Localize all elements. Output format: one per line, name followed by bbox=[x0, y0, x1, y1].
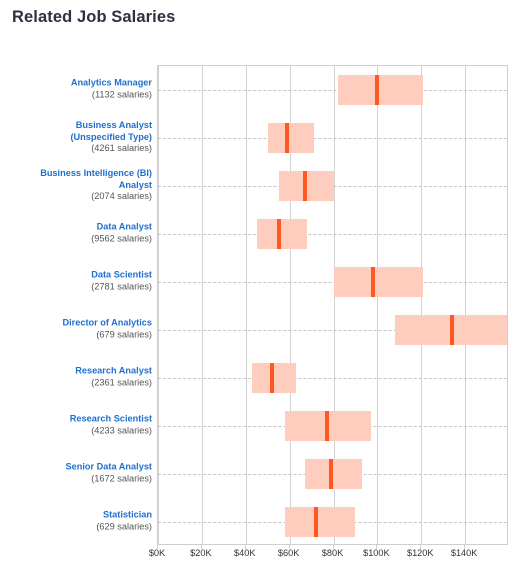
row-gridline bbox=[158, 138, 507, 139]
salary-range-band[interactable] bbox=[252, 363, 297, 393]
salary-count-label: (4233 salaries) bbox=[91, 425, 152, 435]
salary-count-label: (1132 salaries) bbox=[91, 89, 152, 99]
job-title-label: Senior Data Analyst bbox=[65, 461, 152, 472]
row-gridline bbox=[158, 282, 507, 283]
y-axis-label-1[interactable]: Analytics Manager (1132 salaries) bbox=[2, 78, 152, 101]
y-axis-label-8[interactable]: Research Scientist (4233 salaries) bbox=[2, 414, 152, 437]
salary-count-label: (1672 salaries) bbox=[91, 473, 152, 483]
y-axis-label-10[interactable]: Statistician (629 salaries) bbox=[2, 510, 152, 533]
median-salary-marker[interactable] bbox=[324, 411, 329, 441]
salary-count-label: (2361 salaries) bbox=[91, 377, 152, 387]
x-tick-label: $140K bbox=[450, 548, 478, 558]
salary-range-band[interactable] bbox=[337, 75, 424, 105]
median-salary-marker[interactable] bbox=[276, 219, 281, 249]
median-salary-marker[interactable] bbox=[313, 507, 318, 537]
x-tick-label: $60K bbox=[277, 548, 300, 558]
median-salary-marker[interactable] bbox=[375, 75, 380, 105]
median-salary-marker[interactable] bbox=[449, 315, 454, 345]
related-job-salaries-chart-card: Related Job Salaries Analytics Manager (1… bbox=[0, 0, 530, 572]
salary-count-label: (2781 salaries) bbox=[91, 281, 152, 291]
plot-area bbox=[157, 65, 508, 545]
job-title-label: Business Analyst bbox=[75, 119, 152, 130]
job-title-label: Director of Analytics bbox=[62, 317, 152, 328]
salary-range-band[interactable] bbox=[333, 267, 424, 297]
job-title-label-line2: Analyst bbox=[118, 179, 152, 190]
salary-range-band[interactable] bbox=[285, 507, 356, 537]
y-axis-label-7[interactable]: Research Analyst (2361 salaries) bbox=[2, 366, 152, 389]
job-title-label: Research Scientist bbox=[69, 413, 152, 424]
median-salary-marker[interactable] bbox=[329, 459, 334, 489]
y-axis-label-9[interactable]: Senior Data Analyst (1672 salaries) bbox=[2, 462, 152, 485]
salary-count-label: (9562 salaries) bbox=[91, 233, 152, 243]
salary-count-label: (679 salaries) bbox=[96, 329, 152, 339]
x-tick-label: $100K bbox=[363, 548, 390, 558]
x-tick-label: $80K bbox=[321, 548, 344, 558]
median-salary-marker[interactable] bbox=[285, 123, 290, 153]
median-salary-marker[interactable] bbox=[370, 267, 375, 297]
job-title-label: Data Scientist bbox=[91, 269, 152, 280]
salary-count-label: (4261 salaries) bbox=[91, 142, 152, 153]
salary-range-band[interactable] bbox=[256, 219, 308, 249]
median-salary-marker[interactable] bbox=[270, 363, 275, 393]
salary-count-label: (629 salaries) bbox=[96, 521, 152, 531]
y-axis-label-4[interactable]: Data Analyst (9562 salaries) bbox=[2, 222, 152, 245]
job-title-label: Research Analyst bbox=[75, 365, 152, 376]
x-tick-label: $40K bbox=[234, 548, 256, 558]
x-tick-label: $0K bbox=[148, 548, 166, 558]
y-axis-labels: Analytics Manager (1132 salaries) Business… bbox=[0, 0, 152, 572]
salary-range-band[interactable] bbox=[304, 459, 362, 489]
y-axis-label-5[interactable]: Data Scientist (2781 salaries) bbox=[2, 270, 152, 293]
row-gridline bbox=[158, 90, 507, 91]
salary-range-band[interactable] bbox=[267, 123, 314, 153]
job-title-label: Analytics Manager bbox=[70, 77, 152, 88]
y-axis-label-3[interactable]: Business Intelligence (BI) Analyst (2074 s… bbox=[2, 168, 152, 203]
job-title-label: Business Intelligence (BI) bbox=[40, 167, 152, 178]
x-tick-label: $20K bbox=[190, 548, 212, 558]
y-axis-label-6[interactable]: Director of Analytics (679 salaries) bbox=[2, 318, 152, 341]
median-salary-marker[interactable] bbox=[302, 171, 307, 201]
x-tick-label: $120K bbox=[406, 548, 434, 558]
salary-count-label: (2074 salaries) bbox=[91, 190, 152, 201]
job-title-label: Statistician bbox=[102, 509, 152, 520]
row-gridline bbox=[158, 234, 507, 235]
job-title-label: Data Analyst bbox=[96, 221, 152, 232]
row-gridline bbox=[158, 378, 507, 379]
job-title-label-line2: (Unspecified Type) bbox=[70, 131, 152, 142]
y-axis-label-2[interactable]: Business Analyst (Unspecified Type) (4261 … bbox=[2, 120, 152, 155]
